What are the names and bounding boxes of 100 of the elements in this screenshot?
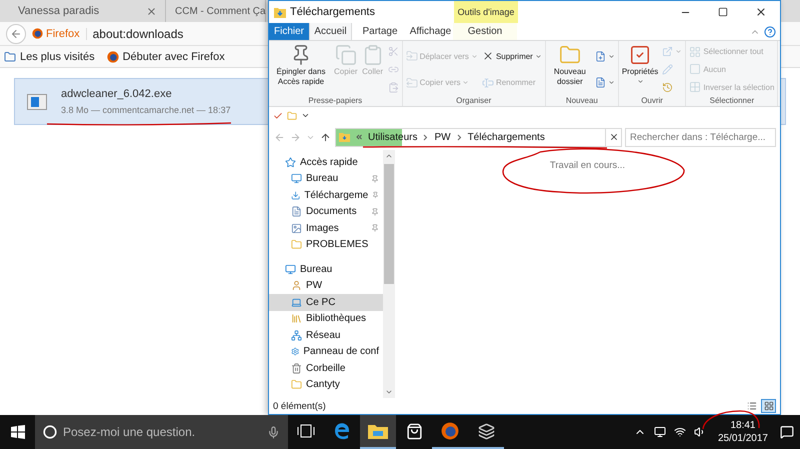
tree-label: Bureau bbox=[306, 173, 340, 184]
maximize-icon bbox=[718, 7, 728, 17]
up-button[interactable] bbox=[319, 132, 332, 142]
pin-icon bbox=[371, 174, 379, 183]
ribbon-tab[interactable]: Gestion bbox=[453, 23, 517, 40]
tree-label: Bibliothèques bbox=[306, 313, 368, 324]
scroll-down-icon[interactable] bbox=[385, 388, 393, 396]
volume-icon[interactable] bbox=[694, 426, 706, 438]
close-icon[interactable] bbox=[146, 6, 157, 16]
user-icon bbox=[291, 280, 302, 292]
caret-icon bbox=[534, 52, 542, 60]
tree-item[interactable]: Bibliothèques bbox=[269, 310, 383, 327]
folder-icon bbox=[291, 239, 302, 250]
tree-item[interactable]: PROBLEMES bbox=[269, 236, 383, 253]
tree-label: Images bbox=[306, 222, 340, 234]
overflow-chevrons-icon bbox=[356, 134, 362, 140]
loading-message: Travail en cours... bbox=[550, 160, 626, 173]
customize-caret-icon[interactable] bbox=[301, 111, 310, 120]
layers-icon bbox=[478, 422, 494, 440]
grid-icon bbox=[689, 46, 702, 58]
grid-icon bbox=[764, 401, 774, 411]
download-folder-icon bbox=[274, 6, 286, 18]
trash-icon bbox=[291, 362, 302, 374]
copy-icon bbox=[334, 44, 357, 66]
folder-icon bbox=[558, 44, 581, 66]
url-field[interactable]: about:downloads bbox=[92, 26, 184, 40]
tree-item[interactable]: Accès rapide bbox=[269, 154, 383, 170]
executable-file-icon bbox=[27, 94, 47, 110]
notifications-icon[interactable] bbox=[780, 425, 794, 439]
tree-item[interactable]: Ce PC bbox=[269, 294, 383, 310]
caret-icon bbox=[636, 78, 644, 84]
ribbon-icon-button[interactable] bbox=[594, 50, 616, 62]
caret-icon bbox=[462, 79, 470, 86]
tree-item[interactable]: Bureau bbox=[269, 261, 383, 278]
view-button[interactable] bbox=[761, 399, 776, 413]
tree-item[interactable]: PW bbox=[269, 278, 383, 294]
caret-icon bbox=[470, 52, 478, 60]
microphone-icon[interactable] bbox=[267, 426, 280, 438]
ribbon-command[interactable]: Propriétés bbox=[620, 43, 660, 86]
back-button[interactable] bbox=[6, 24, 26, 44]
chevron-icon bbox=[456, 134, 462, 140]
tree-label: Cantyty bbox=[306, 379, 341, 390]
tree-label: Corbeille bbox=[306, 362, 346, 374]
help-icon[interactable] bbox=[764, 26, 776, 38]
group-label: Ouvrir bbox=[641, 96, 663, 105]
monitor-icon[interactable] bbox=[654, 426, 666, 438]
annotation-scribble bbox=[700, 409, 762, 430]
network-icon bbox=[291, 330, 302, 341]
ribbon-command[interactable]: Épingler dans Accès rapide bbox=[271, 43, 331, 87]
taskbar-search-box[interactable]: Posez-moi une question. bbox=[35, 415, 288, 449]
tree-label: Réseau bbox=[306, 330, 342, 341]
context-tab-header: Outils d'image bbox=[454, 1, 518, 23]
ribbon-icon-button[interactable] bbox=[594, 77, 616, 88]
tree-item[interactable]: Cantyty bbox=[269, 376, 383, 393]
grid-icon bbox=[689, 81, 702, 94]
tree-item[interactable]: Documents bbox=[269, 204, 383, 220]
tree-item[interactable]: Panneau de conf bbox=[269, 344, 383, 360]
tree-label: PW bbox=[306, 280, 324, 292]
taskbar-app-button[interactable] bbox=[360, 415, 396, 449]
folder-icon bbox=[368, 423, 388, 439]
group-label: Sélectionner bbox=[710, 96, 754, 105]
caret-icon bbox=[608, 52, 615, 60]
scroll-up-icon[interactable] bbox=[385, 152, 393, 160]
tree-item[interactable]: Bureau bbox=[269, 170, 383, 187]
history-icon bbox=[662, 82, 674, 93]
document-icon bbox=[291, 206, 302, 218]
desktop-icon bbox=[291, 173, 302, 184]
folder-arrow-icon bbox=[406, 76, 418, 89]
bookmark-link[interactable]: Débuter avec Firefox bbox=[106, 50, 225, 62]
pin-icon bbox=[371, 224, 379, 232]
window-title: Téléchargements bbox=[290, 6, 375, 18]
control-panel-icon bbox=[291, 346, 300, 358]
edge-icon bbox=[333, 422, 351, 440]
tree-item[interactable]: Téléchargeme bbox=[269, 187, 383, 204]
clipboard-icon bbox=[388, 82, 399, 93]
breadcrumb[interactable]: Téléchargements bbox=[468, 132, 545, 142]
folder-icon bbox=[291, 379, 302, 390]
clock-time[interactable]: 18:41 bbox=[730, 419, 756, 432]
ribbon-tab[interactable]: Fichier bbox=[269, 23, 309, 40]
group-label: Presse-papiers bbox=[308, 96, 362, 105]
caret-icon bbox=[608, 79, 615, 86]
square-icon bbox=[689, 63, 702, 76]
scrollbar-thumb[interactable] bbox=[384, 164, 394, 284]
forward-arrow-icon bbox=[290, 132, 301, 142]
identity-label: Firefox bbox=[46, 28, 87, 40]
tree-label: Bureau bbox=[300, 264, 334, 275]
ribbon-command[interactable]: Supprimer bbox=[480, 50, 543, 62]
firefox-icon bbox=[32, 28, 43, 39]
clock-date[interactable]: 25/01/2017 bbox=[718, 432, 768, 445]
tree-item[interactable]: Images bbox=[269, 220, 383, 236]
ribbon-command[interactable]: Nouveau dossier bbox=[548, 43, 592, 87]
bookmark-link[interactable]: Les plus visités bbox=[4, 50, 95, 62]
pencil-icon bbox=[662, 64, 674, 75]
taskbar-search-field[interactable]: Posez-moi une question. bbox=[63, 425, 261, 439]
cross-icon bbox=[482, 50, 494, 62]
ribbon-tab[interactable]: Accueil bbox=[309, 23, 352, 40]
search-field[interactable]: Rechercher dans : Télécharge... bbox=[625, 128, 776, 146]
tree-item[interactable]: Réseau bbox=[269, 327, 383, 344]
tree-item[interactable]: Corbeille bbox=[269, 360, 383, 376]
breadcrumb[interactable]: PW bbox=[434, 132, 451, 142]
